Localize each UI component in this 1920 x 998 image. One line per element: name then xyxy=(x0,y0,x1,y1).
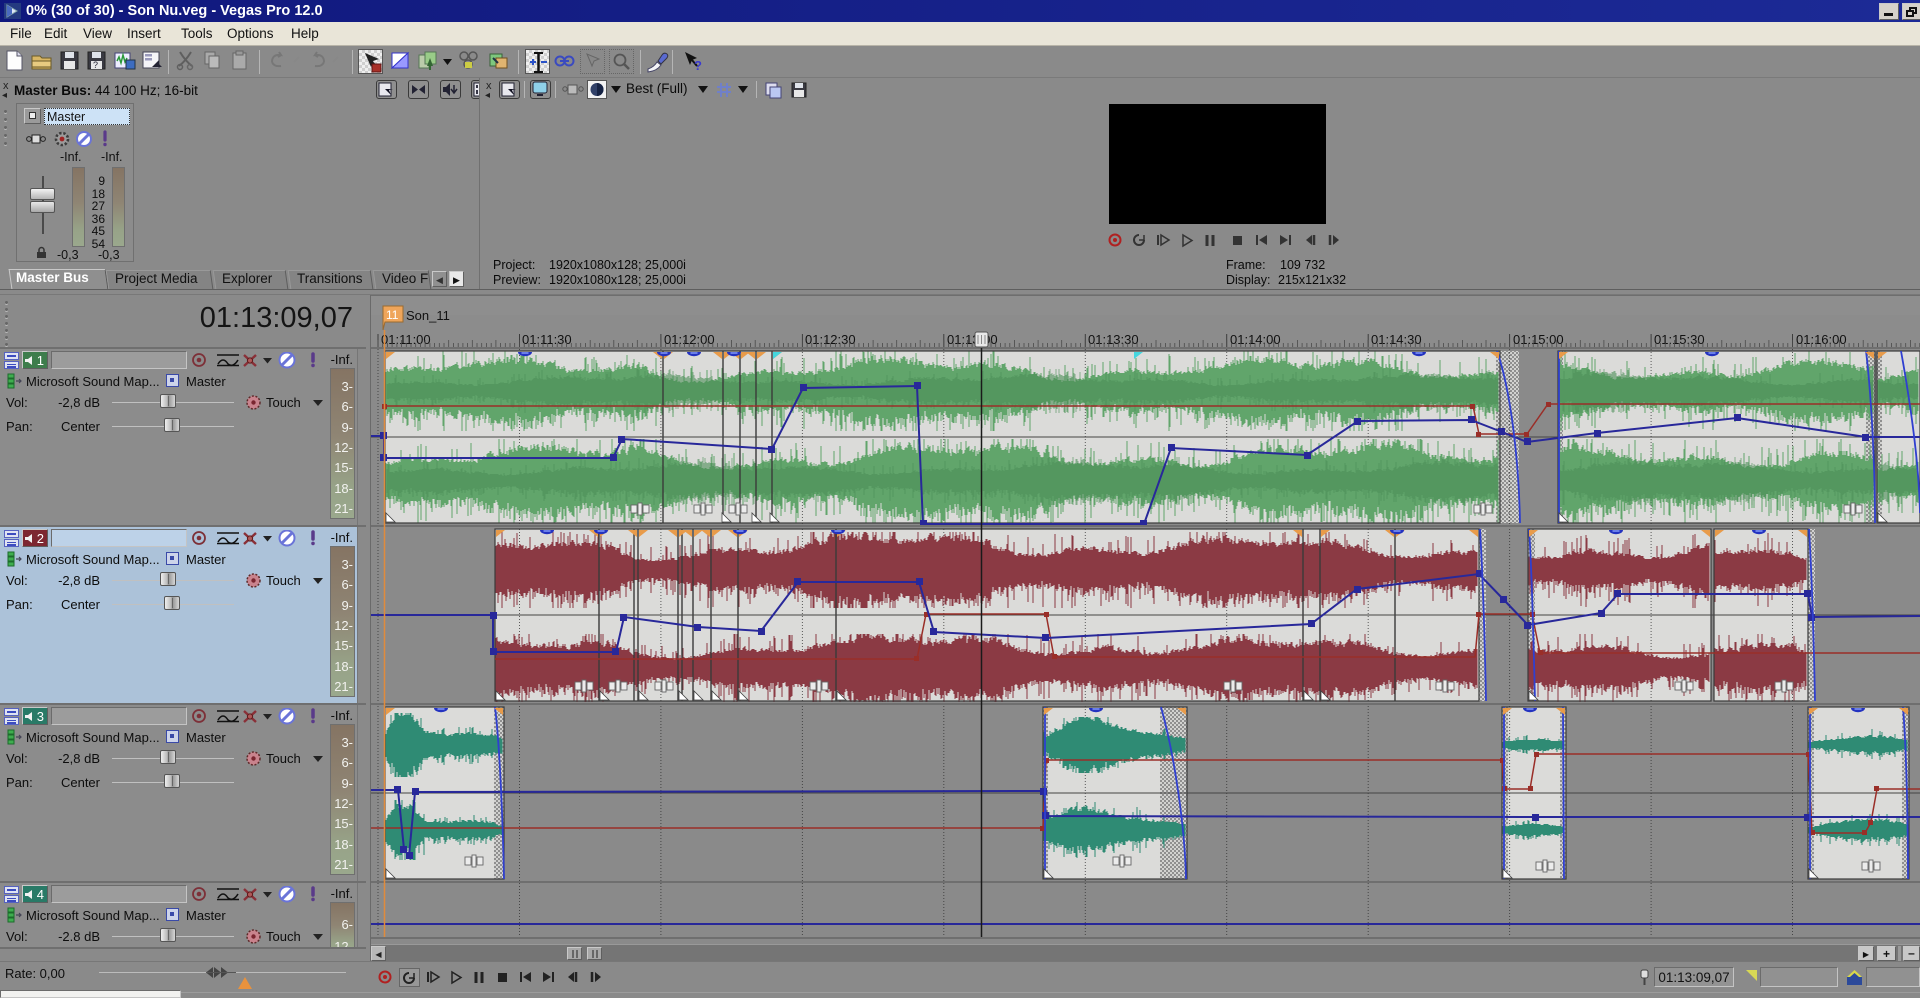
svg-text:11: 11 xyxy=(386,308,399,322)
svg-text:01:15:00: 01:15:00 xyxy=(1513,332,1564,347)
svg-text:01:16:00: 01:16:00 xyxy=(1796,332,1847,347)
svg-text:01:11:30: 01:11:30 xyxy=(522,332,572,347)
svg-text:?: ? xyxy=(694,58,702,73)
svg-text:?: ? xyxy=(93,60,98,70)
svg-text:Son_11: Son_11 xyxy=(406,308,450,323)
svg-text:01:11:00: 01:11:00 xyxy=(381,332,431,347)
